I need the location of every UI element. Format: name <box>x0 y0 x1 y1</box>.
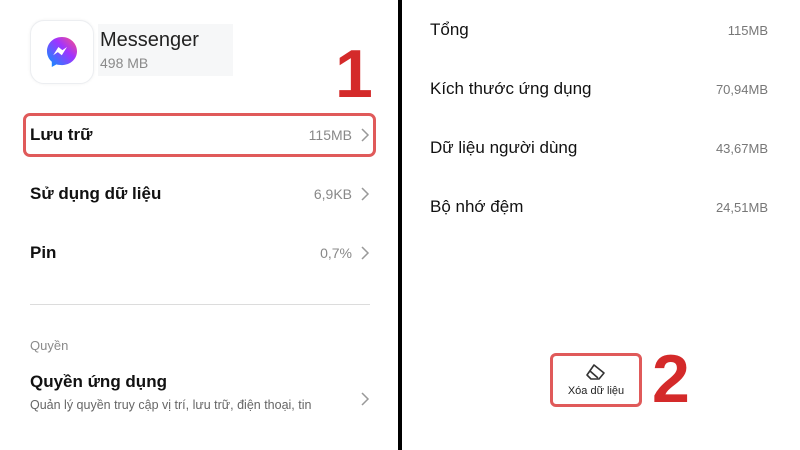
chevron-right-icon <box>361 246 370 260</box>
app-info-panel: Messenger 498 MB 1 Lưu trữ 115MB Sử dụng… <box>0 0 398 450</box>
data-usage-label: Sử dụng dữ liệu <box>30 184 162 203</box>
cache-label: Bộ nhớ đệm <box>430 197 524 216</box>
app-size-label: Kích thước ứng dụng <box>430 79 592 98</box>
data-usage-value: 6,9KB <box>313 186 352 202</box>
app-name: Messenger <box>100 29 199 51</box>
total-label: Tổng <box>430 20 469 39</box>
user-data-row: Dữ liệu người dùng 43,67MB <box>430 133 768 163</box>
clear-data-button[interactable]: Xóa dữ liệu <box>550 353 642 407</box>
storage-row[interactable]: Lưu trữ 115MB <box>30 115 370 155</box>
app-size-value: 70,94MB <box>715 81 768 97</box>
messenger-icon <box>30 20 94 84</box>
user-data-value: 43,67MB <box>715 140 768 156</box>
cache-value: 24,51MB <box>715 199 768 215</box>
chevron-right-icon <box>361 392 370 406</box>
section-divider <box>30 304 370 305</box>
storage-detail-panel: Tổng 115MB Kích thước ứng dụng 70,94MB D… <box>402 0 800 450</box>
storage-label: Lưu trữ <box>30 125 93 144</box>
app-size: 498 MB <box>100 55 149 71</box>
step-number-2: 2 <box>652 341 690 417</box>
clear-data-label: Xóa dữ liệu <box>567 385 625 397</box>
battery-label: Pin <box>30 243 57 262</box>
app-permissions-description: Quản lý quyền truy cập vị trí, lưu trữ, … <box>30 398 312 412</box>
total-value: 115MB <box>727 22 768 38</box>
eraser-icon <box>586 364 605 380</box>
app-permissions-label: Quyền ứng dụng <box>30 372 167 391</box>
cache-row: Bộ nhớ đệm 24,51MB <box>430 192 768 222</box>
chevron-right-icon <box>361 128 370 142</box>
storage-value: 115MB <box>308 127 352 143</box>
user-data-label: Dữ liệu người dùng <box>430 138 578 157</box>
total-storage-row: Tổng 115MB <box>430 15 768 45</box>
app-size-row: Kích thước ứng dụng 70,94MB <box>430 74 768 104</box>
battery-row[interactable]: Pin 0,7% <box>30 233 370 273</box>
permissions-section-title: Quyền <box>30 338 69 353</box>
step-number-1: 1 <box>335 36 373 112</box>
app-permissions-row[interactable]: Quyền ứng dụng Quản lý quyền truy cập vị… <box>30 372 370 412</box>
data-usage-row[interactable]: Sử dụng dữ liệu 6,9KB <box>30 174 370 214</box>
app-title-block: Messenger 498 MB <box>98 24 233 76</box>
battery-value: 0,7% <box>320 245 352 261</box>
chevron-right-icon <box>361 187 370 201</box>
app-header: Messenger 498 MB <box>30 20 233 84</box>
